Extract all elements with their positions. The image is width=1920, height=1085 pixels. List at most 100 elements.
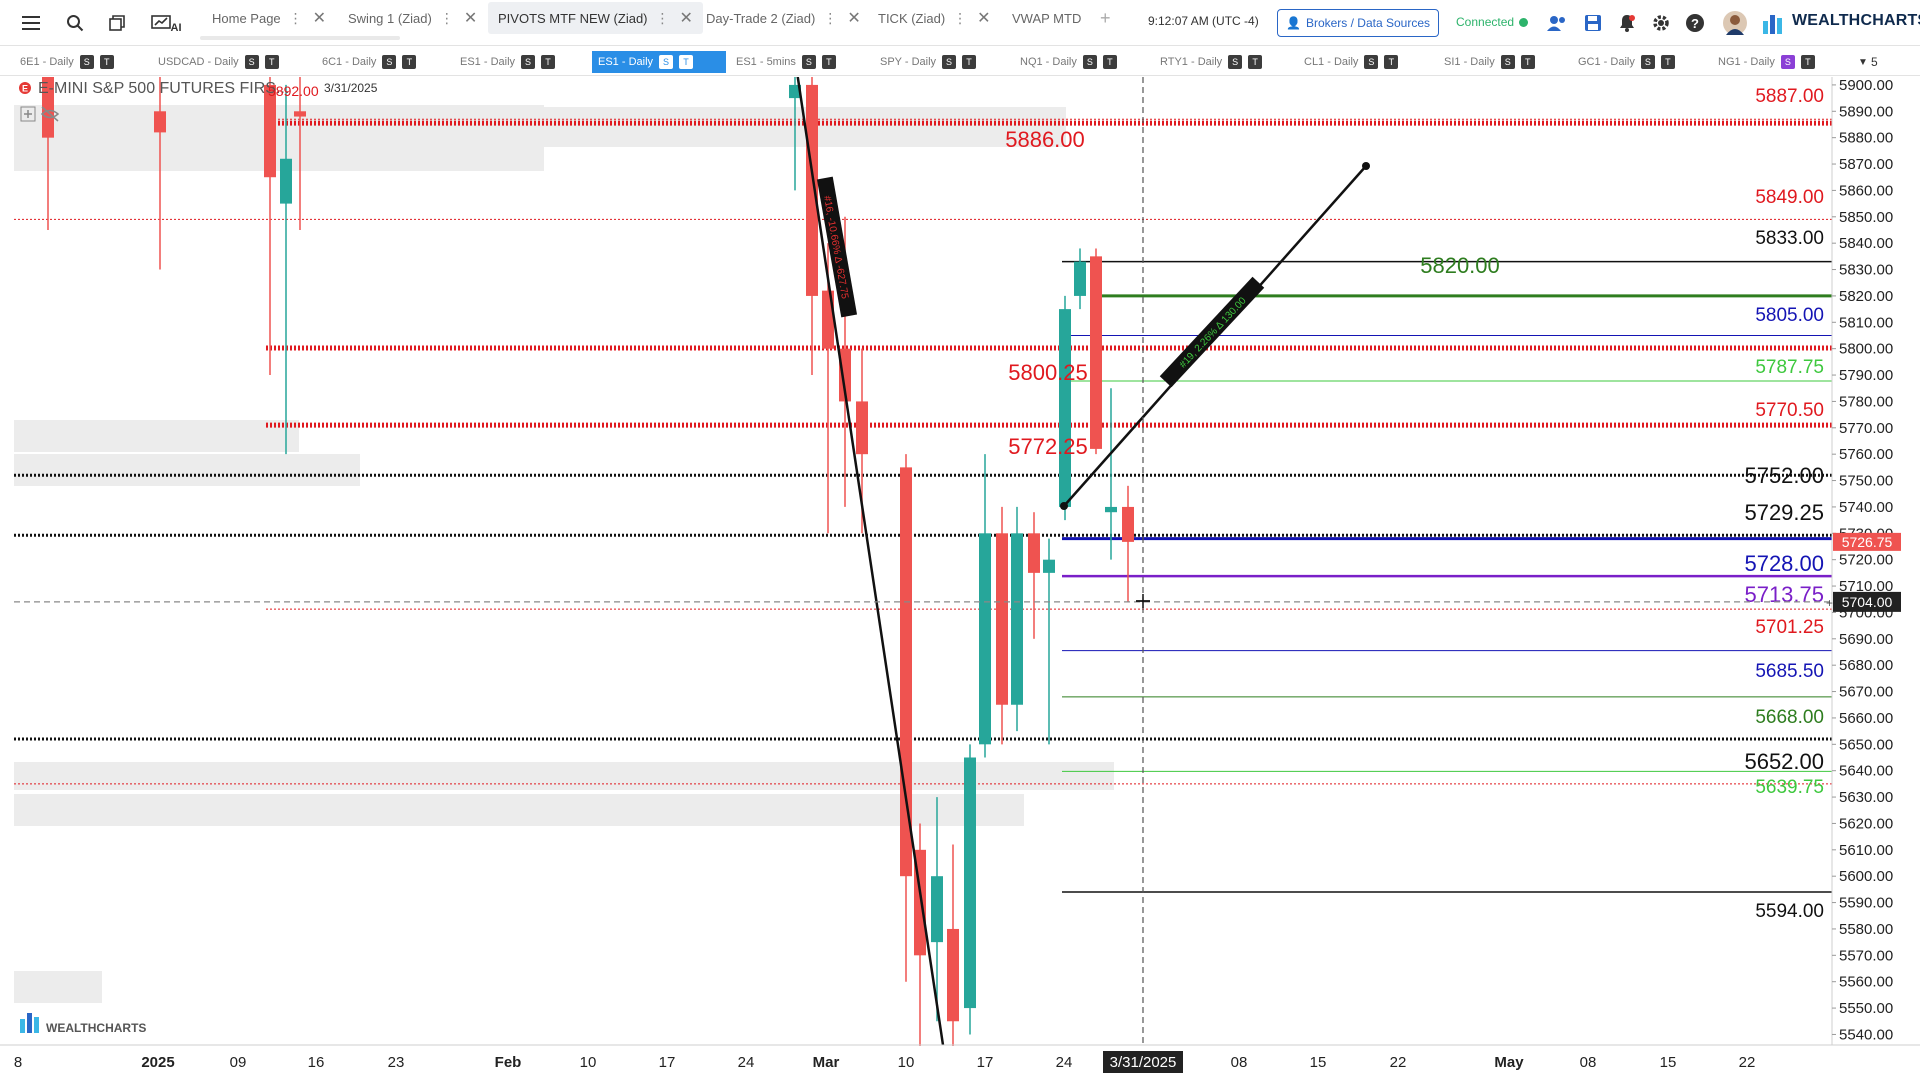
tab-close-icon[interactable]: ✕ — [313, 8, 326, 28]
svg-text:?: ? — [1691, 16, 1699, 31]
tab-more-icon[interactable]: ⋮ — [656, 10, 670, 27]
symbol-tab-gc1[interactable]: GC1 - Daily S T — [1572, 51, 1681, 73]
symbol-label: NQ1 - Daily — [1020, 56, 1077, 68]
tab-more-icon[interactable]: ⋮ — [440, 10, 454, 27]
t-badge[interactable]: T — [962, 55, 977, 69]
y-tick-label: 5660.00 — [1839, 710, 1893, 727]
s-badge[interactable]: S — [244, 55, 259, 69]
symbol-tab-si1[interactable]: SI1 - Daily S T — [1438, 51, 1541, 73]
wealthcharts-logo-icon — [1762, 11, 1788, 37]
x-tick-label: 10 — [898, 1054, 915, 1071]
search-icon[interactable] — [62, 10, 88, 36]
gray-zone — [14, 454, 360, 486]
y-tick-label: 5610.00 — [1839, 842, 1893, 859]
y-tick-label: 5540.00 — [1839, 1026, 1893, 1043]
t-badge[interactable]: T — [541, 55, 556, 69]
s-badge[interactable]: S — [942, 55, 957, 69]
price-chart[interactable]: #16, -10.66% Δ -627.75 #19, 2.26% Δ 130.0… — [0, 0, 1920, 1085]
s-badge[interactable]: S — [521, 55, 536, 69]
layouts-icon[interactable] — [104, 10, 130, 36]
t-badge[interactable]: T — [1800, 55, 1815, 69]
candle-body — [1122, 506, 1134, 542]
symbol-label: RTY1 - Daily — [1160, 56, 1223, 68]
s-badge[interactable]: S — [1500, 55, 1515, 69]
help-icon[interactable]: ? — [1682, 10, 1708, 36]
tab-day-trade-2[interactable]: Day-Trade 2 (Ziad) ⋮ ✕ — [696, 2, 871, 34]
tab-label: PIVOTS MTF NEW (Ziad) — [498, 10, 648, 26]
symbol-tab-6e1[interactable]: 6E1 - Daily S T — [14, 51, 120, 73]
y-tick-label: 5740.00 — [1839, 499, 1893, 516]
tab-swing-1[interactable]: Swing 1 (Ziad) ⋮ ✕ — [338, 2, 487, 34]
t-badge[interactable]: T — [679, 55, 694, 69]
ai-screener-icon[interactable]: AI — [148, 10, 184, 36]
tab-close-icon[interactable]: ✕ — [977, 8, 990, 28]
tab-more-icon[interactable]: ⋮ — [953, 10, 967, 27]
symbol-tab-usdcad[interactable]: USDCAD - Daily S T — [152, 51, 285, 73]
header-price: 5892.00 — [268, 83, 319, 99]
x-tick-label: 10 — [580, 1054, 597, 1071]
tab-close-icon[interactable]: ✕ — [847, 8, 860, 28]
t-badge[interactable]: T — [1660, 55, 1675, 69]
x-tick-label: 16 — [308, 1054, 325, 1071]
symbol-label: SI1 - Daily — [1444, 56, 1495, 68]
s-badge[interactable]: S — [79, 55, 94, 69]
s-badge[interactable]: S — [659, 55, 674, 69]
level-label: 5652.00 — [1744, 749, 1824, 774]
tab-tick[interactable]: TICK (Ziad) ⋮ ✕ — [868, 2, 1001, 34]
symbol-tab-es1-daily[interactable]: ES1 - Daily S T — [454, 51, 561, 73]
s-badge[interactable]: S — [1082, 55, 1097, 69]
add-tab-button[interactable]: + — [1090, 2, 1121, 34]
s-badge[interactable]: S — [1780, 55, 1795, 69]
s-badge[interactable]: S — [382, 55, 397, 69]
chart-canvas[interactable]: #16, -10.66% Δ -627.75#19, 2.26% Δ 130.0… — [0, 0, 1920, 1085]
trend-line-down[interactable] — [795, 71, 945, 1046]
trend-handle-end[interactable] — [1362, 162, 1370, 170]
brokers-data-sources-button[interactable]: 👤 Brokers / Data Sources — [1277, 9, 1439, 37]
level-label: 5833.00 — [1755, 228, 1824, 249]
tab-home-page[interactable]: Home Page ⋮ ✕ — [202, 2, 336, 34]
t-badge[interactable]: T — [402, 55, 417, 69]
settings-gear-icon[interactable] — [1648, 10, 1674, 36]
x-tick-label: 24 — [1056, 1054, 1073, 1071]
notifications-bell-icon[interactable] — [1614, 10, 1640, 36]
t-badge[interactable]: T — [99, 55, 114, 69]
tab-more-icon[interactable]: ⋮ — [289, 10, 303, 27]
t-badge[interactable]: T — [1102, 55, 1117, 69]
gray-zone — [266, 107, 1066, 147]
community-icon[interactable] — [1544, 10, 1570, 36]
t-badge[interactable]: T — [264, 55, 279, 69]
symbol-tab-es1-5mins[interactable]: ES1 - 5mins S T — [730, 51, 842, 73]
symbol-tab-nq1[interactable]: NQ1 - Daily S T — [1014, 51, 1123, 73]
symbol-tab-ng1[interactable]: NG1 - Daily S T — [1712, 51, 1821, 73]
trend-handle-start[interactable] — [1060, 502, 1068, 510]
candle-body — [806, 84, 818, 296]
tab-more-icon[interactable]: ⋮ — [823, 10, 837, 27]
avatar[interactable] — [1722, 10, 1748, 36]
symbol-tab-es1-daily-active[interactable]: ES1 - Daily S T — [592, 51, 726, 73]
tab-vwap-mtd[interactable]: VWAP MTD — [1002, 2, 1091, 34]
save-icon[interactable] — [1580, 10, 1606, 36]
symbols-overflow-button[interactable]: ▼ 5 — [1852, 51, 1884, 73]
tab-scroll-indicator — [200, 36, 400, 40]
t-badge[interactable]: T — [821, 55, 836, 69]
tab-pivots-mtf-new[interactable]: PIVOTS MTF NEW (Ziad) ⋮ ✕ — [488, 2, 703, 34]
candle-body — [1059, 309, 1071, 507]
symbol-tab-6c1[interactable]: 6C1 - Daily S T — [316, 51, 422, 73]
symbol-tab-spy[interactable]: SPY - Daily S T — [874, 51, 982, 73]
tab-close-icon[interactable]: ✕ — [680, 8, 693, 28]
tab-close-icon[interactable]: ✕ — [464, 8, 477, 28]
t-badge[interactable]: T — [1384, 55, 1399, 69]
menu-icon[interactable] — [18, 10, 44, 36]
s-badge[interactable]: S — [1640, 55, 1655, 69]
s-badge[interactable]: S — [1364, 55, 1379, 69]
x-tick-label: 24 — [738, 1054, 755, 1071]
s-badge[interactable]: S — [1228, 55, 1243, 69]
symbol-tab-rty1[interactable]: RTY1 - Daily S T — [1154, 51, 1268, 73]
t-badge[interactable]: T — [1520, 55, 1535, 69]
candle-body — [154, 111, 166, 133]
t-badge[interactable]: T — [1248, 55, 1263, 69]
symbol-tab-cl1[interactable]: CL1 - Daily S T — [1298, 51, 1404, 73]
symbol-label: GC1 - Daily — [1578, 56, 1635, 68]
gray-zone — [14, 420, 299, 452]
s-badge[interactable]: S — [801, 55, 816, 69]
